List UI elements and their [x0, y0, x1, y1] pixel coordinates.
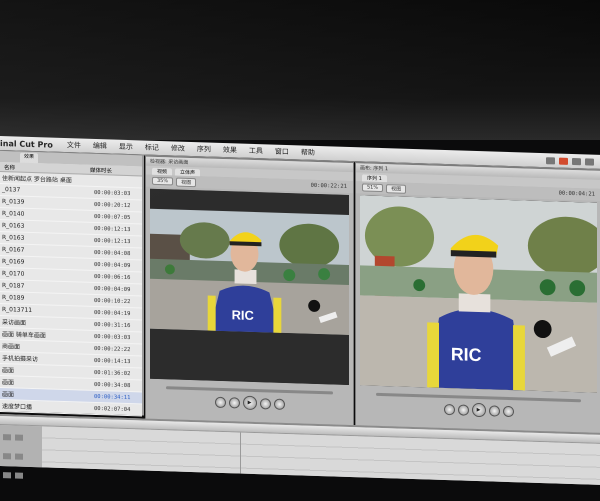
menu-tools[interactable]: 工具	[243, 146, 269, 157]
clip-name: R_0139	[2, 198, 25, 206]
viewer-window: 检视器: 采访画面 视频 立体声 35% 视图 00:00:22:21 RIC …	[145, 155, 354, 427]
clip-duration: 00:00:31:16	[94, 321, 131, 329]
menu-help[interactable]: 帮助	[295, 147, 321, 158]
column-duration[interactable]: 媒体时长	[86, 165, 116, 175]
menubar-status-area	[546, 156, 600, 166]
track-lock-icon[interactable]	[15, 434, 23, 441]
clip-name: 画面	[2, 379, 15, 387]
clip-name: 佳新闻起点 罗台路站 桌面	[2, 175, 72, 185]
clip-duration: 00:00:03:03	[94, 189, 131, 197]
track-visibility-icon[interactable]	[3, 453, 11, 460]
clip-name: 商画面	[2, 343, 21, 351]
app-name[interactable]: inal Cut Pro	[0, 139, 61, 150]
clip-name: 采访画面	[2, 319, 27, 327]
clip-name: R_0140	[2, 210, 25, 218]
clip-name: R_0170	[2, 270, 25, 278]
wifi-icon[interactable]	[546, 156, 555, 164]
clip-duration: 00:00:12:13	[94, 225, 131, 233]
clip-name: 画面 骑单车画面	[2, 331, 46, 340]
clip-name: 画面	[2, 391, 15, 399]
tab-video[interactable]: 视频	[152, 167, 173, 176]
clip-name: 画面	[2, 367, 15, 375]
menu-sequence[interactable]: 序列	[191, 144, 217, 155]
clip-duration: 00:00:04:08	[94, 249, 131, 257]
play-icon[interactable]: ▶	[242, 395, 257, 411]
canvas-forward-icon[interactable]	[488, 404, 500, 417]
canvas-mark-in-icon[interactable]	[443, 403, 455, 415]
clip-duration: 00:00:22:22	[94, 345, 131, 353]
canvas-transport-controls: ▶	[356, 391, 600, 429]
canvas-play-icon[interactable]: ▶	[471, 402, 486, 418]
clip-duration: 00:00:34:11	[94, 393, 131, 401]
menu-modify[interactable]: 修改	[165, 143, 191, 154]
tab-effects[interactable]: 效果	[20, 152, 39, 164]
timeline-divider	[240, 432, 241, 474]
mark-in-icon[interactable]	[214, 396, 226, 408]
clip-name: R_0167	[2, 246, 25, 254]
canvas-rewind-icon[interactable]	[457, 403, 469, 416]
tab-sequence-1[interactable]: 序列 1	[362, 174, 387, 183]
canvas-window: 画布: 序列 1 序列 1 51% 视图 00:00:04:21 RIC ▶	[355, 162, 600, 434]
clip-name: R_0189	[2, 294, 25, 302]
clip-duration: 00:00:12:13	[94, 237, 131, 245]
clip-name: R_013711	[2, 306, 33, 315]
track-lock-icon[interactable]	[15, 472, 23, 479]
track-visibility-icon[interactable]	[3, 472, 11, 479]
clip-duration: 00:00:03:03	[94, 333, 131, 341]
clip-duration: 00:02:07:04	[94, 405, 131, 413]
screen: inal Cut Pro 文件 编辑 显示 标记 修改 序列 效果 工具 窗口 …	[0, 0, 600, 485]
clip-duration: 00:00:10:22	[94, 297, 131, 305]
menu-edit[interactable]: 编辑	[87, 141, 113, 152]
track-lock-icon[interactable]	[15, 453, 23, 460]
clip-duration: 00:00:07:05	[94, 213, 131, 221]
menu-mark[interactable]: 标记	[139, 142, 165, 153]
viewer-video-frame[interactable]: RIC	[150, 188, 349, 385]
canvas-zoom-popup[interactable]: 51%	[362, 183, 384, 193]
clip-name: 速度梦口播	[2, 403, 33, 412]
canvas-video-frame[interactable]: RIC	[360, 195, 597, 393]
room-background	[0, 0, 600, 140]
canvas-view-popup[interactable]: 视图	[386, 183, 407, 194]
track-controls	[0, 425, 42, 479]
clip-duration: 00:00:34:08	[94, 381, 131, 389]
rewind-icon[interactable]	[228, 396, 240, 409]
interview-frame-image: RIC	[150, 188, 349, 385]
final-cut-pro-window: inal Cut Pro 文件 编辑 显示 标记 修改 序列 效果 工具 窗口 …	[0, 118, 600, 485]
canvas-mark-out-icon[interactable]	[502, 405, 514, 417]
clip-duration: 00:00:06:16	[94, 273, 131, 281]
clip-name: R_0163	[2, 222, 25, 230]
canvas-timecode-display[interactable]: 00:00:04:21	[559, 191, 595, 198]
viewer-transport-controls: ▶	[146, 385, 353, 422]
menu-view[interactable]: 显示	[113, 142, 139, 153]
clip-duration: 00:00:04:09	[94, 261, 131, 269]
tab-stereo[interactable]: 立体声	[175, 168, 201, 177]
canvas-frame-image: RIC	[360, 195, 597, 393]
timecode-display[interactable]: 00:00:22:21	[311, 183, 347, 190]
battery-icon[interactable]	[559, 157, 568, 165]
view-popup[interactable]: 视图	[176, 177, 197, 187]
browser-panel: 效果 名称 媒体时长 佳新闻起点 罗台路站 桌面 _0137 00:00:03:03…	[0, 151, 144, 453]
volume-icon[interactable]	[572, 157, 581, 165]
mark-out-icon[interactable]	[273, 398, 285, 410]
input-source-icon[interactable]	[585, 157, 594, 166]
clip-duration: 00:00:14:13	[94, 357, 131, 365]
clip-name: R_0169	[2, 258, 25, 266]
canvas-jersey-text: RIC	[451, 344, 482, 365]
clip-name: R_0163	[2, 234, 25, 242]
menu-effects[interactable]: 效果	[217, 145, 243, 156]
clip-duration: 00:00:04:19	[94, 309, 131, 317]
clip-name: 手机拍摄采访	[2, 355, 39, 364]
clip-duration: 00:00:04:09	[94, 285, 131, 293]
clip-name: _0137	[2, 186, 21, 194]
clip-duration: 00:00:20:12	[94, 201, 131, 209]
zoom-popup[interactable]: 35%	[152, 176, 174, 186]
clip-duration: 00:01:36:02	[94, 369, 131, 377]
forward-icon[interactable]	[259, 397, 271, 410]
menu-window[interactable]: 窗口	[269, 146, 295, 157]
track-visibility-icon[interactable]	[3, 434, 11, 441]
menu-file[interactable]: 文件	[61, 140, 87, 151]
jersey-text: RIC	[232, 307, 255, 323]
clip-name: R_0187	[2, 282, 25, 290]
clip-list: 佳新闻起点 罗台路站 桌面 _0137 00:00:03:03 R_0139 00:00…	[0, 172, 142, 453]
